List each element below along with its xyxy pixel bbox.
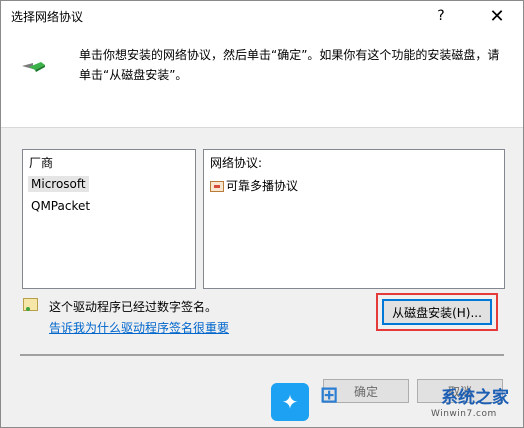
select-network-protocol-dialog: 选择网络协议 ? ✕ 单击你想安装的网络协议，然后单击“确定”。如果你有这个功能… xyxy=(0,0,524,428)
signature-status-text: 这个驱动程序已经过数字签名。 xyxy=(49,300,218,314)
instruction-header: 单击你想安装的网络协议，然后单击“确定”。如果你有这个功能的安装磁盘，请单击“从… xyxy=(1,31,523,128)
bird-icon: ✦ xyxy=(271,383,309,421)
have-disk-button[interactable]: 从磁盘安装(H)... xyxy=(382,299,492,325)
help-icon: ? xyxy=(437,8,445,24)
protocol-item-reliable-multicast[interactable]: 可靠多播协议 xyxy=(210,177,298,194)
manufacturer-header: 厂商 xyxy=(29,156,54,170)
protocol-header: 网络协议: xyxy=(210,156,263,170)
manufacturer-item-qmpacket[interactable]: QMPacket xyxy=(28,198,93,214)
manufacturer-item-microsoft[interactable]: Microsoft xyxy=(28,176,89,192)
title-bar: 选择网络协议 ? ✕ xyxy=(1,1,523,31)
protocol-icon xyxy=(210,180,224,192)
protocol-label: 可靠多播协议 xyxy=(226,179,299,193)
close-icon: ✕ xyxy=(489,5,505,27)
signature-info-link[interactable]: 告诉我为什么驱动程序签名很重要 xyxy=(49,319,229,336)
separator xyxy=(20,354,504,356)
dialog-title: 选择网络协议 xyxy=(11,10,84,24)
windows-logo-icon: ⊞ xyxy=(319,382,339,408)
protocol-list[interactable]: 网络协议: 可靠多播协议 xyxy=(203,149,505,289)
manufacturer-list[interactable]: 厂商 Microsoft QMPacket xyxy=(22,149,196,289)
network-protocol-icon xyxy=(21,58,47,77)
watermark-url: Winwin7.com xyxy=(431,409,497,419)
close-button[interactable]: ✕ xyxy=(475,1,519,31)
watermark-title: 系统之家 xyxy=(441,388,509,408)
help-button[interactable]: ? xyxy=(419,1,463,31)
signed-driver-icon xyxy=(23,298,38,311)
watermark: ✦ ⊞ 系统之家 Winwin7.com xyxy=(271,381,523,427)
instruction-text: 单击你想安装的网络协议，然后单击“确定”。如果你有这个功能的安装磁盘，请单击“从… xyxy=(79,48,500,82)
